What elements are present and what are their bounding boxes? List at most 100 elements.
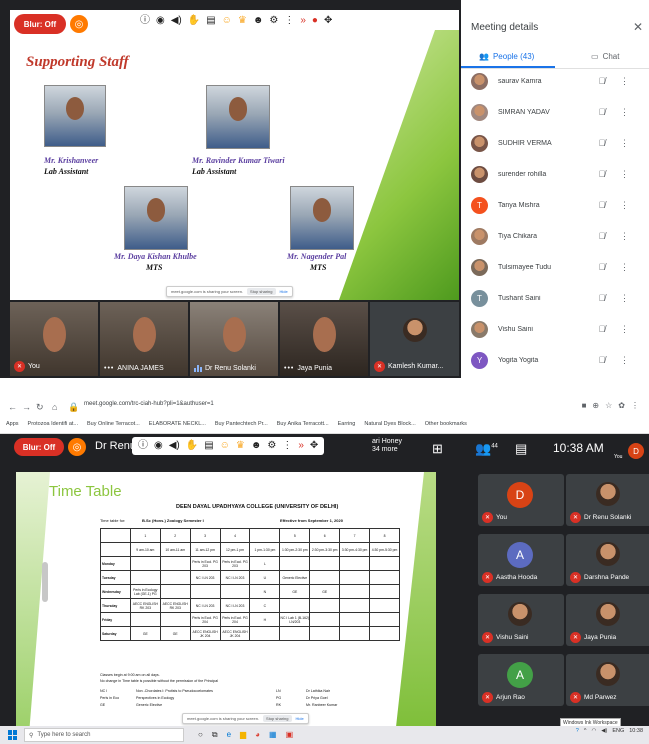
stop-sharing-button[interactable]: Stop sharing	[247, 288, 276, 295]
store-icon[interactable]: ▦	[269, 730, 277, 740]
star-icon[interactable]: ☆	[605, 401, 612, 410]
video-icon[interactable]: ■	[582, 401, 587, 410]
more-options-icon[interactable]: ⋮	[620, 293, 629, 304]
volume-icon[interactable]: ◀)	[171, 16, 182, 26]
participant-tile[interactable]: A ✕ Aastha Hooda	[478, 534, 564, 586]
bookmark-item[interactable]: ELABORATE NECKL...	[149, 421, 206, 427]
zoom-icon[interactable]: ⊕	[592, 401, 599, 410]
participant-row[interactable]: saurav Kamra 🎙̸ ⋮	[471, 70, 647, 92]
mic-off-icon[interactable]: 🎙̸	[594, 355, 610, 365]
file-explorer-icon[interactable]: ▆	[240, 730, 246, 740]
face-icon[interactable]: ☻	[251, 441, 262, 451]
bookmark-item[interactable]: Earring	[338, 421, 356, 427]
tab-people[interactable]: 👥 People (43)	[479, 52, 534, 61]
tab-chat[interactable]: ▭ Chat	[591, 52, 619, 61]
participant-tile-renu[interactable]: Dr Renu Solanki	[190, 302, 278, 376]
close-icon[interactable]: ✕	[633, 20, 643, 34]
participant-tile[interactable]: ✕ Jaya Punia	[566, 594, 649, 646]
clipboard-icon[interactable]: ▤	[206, 16, 215, 26]
participant-tile[interactable]: ✕ Dr Renu Solanki	[566, 474, 649, 526]
volume-icon[interactable]: ◀)	[169, 441, 180, 451]
participant-tile[interactable]: ✕ Darshna Pande	[566, 534, 649, 586]
move-icon[interactable]: ✥	[310, 441, 318, 451]
eye-icon[interactable]: ◉	[156, 16, 165, 26]
hide-share-bar-button[interactable]: Hide	[296, 716, 304, 721]
more-options-icon[interactable]: •••	[284, 365, 294, 372]
cortana-icon[interactable]: ○	[198, 730, 203, 740]
puzzle-icon[interactable]: ✿	[618, 401, 625, 410]
participant-tile-anina[interactable]: ••• ANINA JAMES	[100, 302, 188, 376]
stop-sharing-button[interactable]: Stop sharing	[263, 715, 292, 722]
participant-tile[interactable]: A ✕ Arjun Rao	[478, 654, 564, 706]
help-icon[interactable]: ?	[576, 728, 579, 734]
move-icon[interactable]: ✥	[324, 16, 332, 26]
scrollbar[interactable]	[42, 562, 48, 602]
mic-off-icon[interactable]: 🎙̸	[594, 138, 610, 148]
flag-icon[interactable]: ◎	[70, 15, 88, 33]
gear-icon[interactable]: ⚙	[269, 16, 278, 26]
bookmark-item[interactable]: Protozoa Identifi at...	[28, 421, 78, 427]
hand-icon[interactable]: ✋	[188, 16, 200, 26]
mic-off-icon[interactable]: 🎙̸	[594, 324, 610, 334]
blur-toggle-button[interactable]: Blur: Off	[14, 438, 64, 456]
volume-icon[interactable]: ◀)	[601, 728, 607, 734]
forward-icon[interactable]: »	[298, 441, 304, 451]
photos-icon[interactable]: ▣	[286, 730, 294, 740]
more-icon[interactable]: ⋮	[282, 441, 292, 451]
participant-row[interactable]: Tulsimayee Tudu 🎙̸ ⋮	[471, 256, 647, 278]
bookmark-item[interactable]: Buy Pantechtech Pr...	[215, 421, 268, 427]
participant-tile-you[interactable]: ✕ You	[10, 302, 98, 376]
more-options-icon[interactable]: ⋮	[620, 262, 629, 273]
participant-tile[interactable]: ✕ Md Parwez	[566, 654, 649, 706]
more-options-icon[interactable]: ⋮	[620, 107, 629, 118]
task-view-icon[interactable]: ⧉	[212, 730, 218, 740]
taskbar-search-input[interactable]: ⚲ Type here to search	[24, 728, 184, 742]
record-icon[interactable]: ●	[312, 16, 318, 26]
info-icon[interactable]: ⓘ	[138, 441, 148, 451]
participant-row[interactable]: surender rohilla 🎙̸ ⋮	[471, 163, 647, 185]
address-bar[interactable]: meet.google.com/trc-ciah-hub?pli=1&authu…	[84, 401, 214, 407]
apps-bookmark[interactable]: Apps	[6, 421, 19, 427]
participant-tile-kamlesh[interactable]: ✕ Kamlesh Kumar...	[370, 302, 459, 376]
eye-icon[interactable]: ◉	[154, 441, 163, 451]
participant-row[interactable]: Y Yogita Yogita 🎙̸ ⋮	[471, 349, 647, 371]
gear-icon[interactable]: ⚙	[267, 441, 276, 451]
mic-off-icon[interactable]: 🎙̸	[594, 262, 610, 272]
participant-row[interactable]: T Tanya Mishra 🎙̸ ⋮	[471, 194, 647, 216]
mic-off-icon[interactable]: 🎙̸	[594, 76, 610, 86]
mic-off-icon[interactable]: 🎙̸	[594, 293, 610, 303]
mic-off-icon[interactable]: 🎙̸	[594, 169, 610, 179]
award-icon[interactable]: ♛	[238, 16, 247, 26]
more-options-icon[interactable]: ⋮	[620, 138, 629, 149]
bookmark-item[interactable]: Buy Anika Terracott...	[277, 421, 329, 427]
participant-row[interactable]: T Tushant Saini 🎙̸ ⋮	[471, 287, 647, 309]
more-options-icon[interactable]: ⋮	[620, 355, 629, 366]
language-indicator[interactable]: ENG	[612, 728, 624, 734]
reload-icon[interactable]: ↻	[36, 402, 44, 413]
more-options-icon[interactable]: ⋮	[620, 76, 629, 87]
more-options-icon[interactable]: •••	[104, 365, 114, 372]
bookmark-item[interactable]: Natural Dyes Block...	[364, 421, 415, 427]
bookmark-item[interactable]: Other bookmarks	[425, 421, 467, 427]
award-icon[interactable]: ♛	[236, 441, 245, 451]
avatar[interactable]: D	[628, 443, 644, 459]
hand-icon[interactable]: ✋	[186, 441, 198, 451]
menu-icon[interactable]: ⋮	[631, 401, 639, 410]
people-icon[interactable]: 👥44	[475, 441, 498, 457]
participant-tile-jaya[interactable]: ••• Jaya Punia	[280, 302, 368, 376]
mic-off-icon[interactable]: 🎙̸	[594, 107, 610, 117]
face-icon[interactable]: ☻	[253, 16, 264, 26]
back-icon[interactable]: ←	[8, 402, 17, 412]
info-icon[interactable]: ⓘ	[140, 16, 150, 26]
mic-off-icon[interactable]: 🎙̸	[594, 231, 610, 241]
more-options-icon[interactable]: ⋮	[620, 324, 629, 335]
chevron-up-icon[interactable]: ^	[584, 728, 587, 734]
mic-off-icon[interactable]: 🎙̸	[594, 200, 610, 210]
chrome-icon[interactable]: ◕	[255, 730, 260, 740]
participant-tile[interactable]: ✕ Vishu Saini	[478, 594, 564, 646]
emoji-icon[interactable]: ☺	[220, 441, 230, 451]
wifi-icon[interactable]: ◠	[591, 728, 596, 734]
windows-start-icon[interactable]	[8, 730, 18, 740]
emoji-icon[interactable]: ☺	[222, 16, 232, 26]
more-options-icon[interactable]: ⋮	[620, 200, 629, 211]
